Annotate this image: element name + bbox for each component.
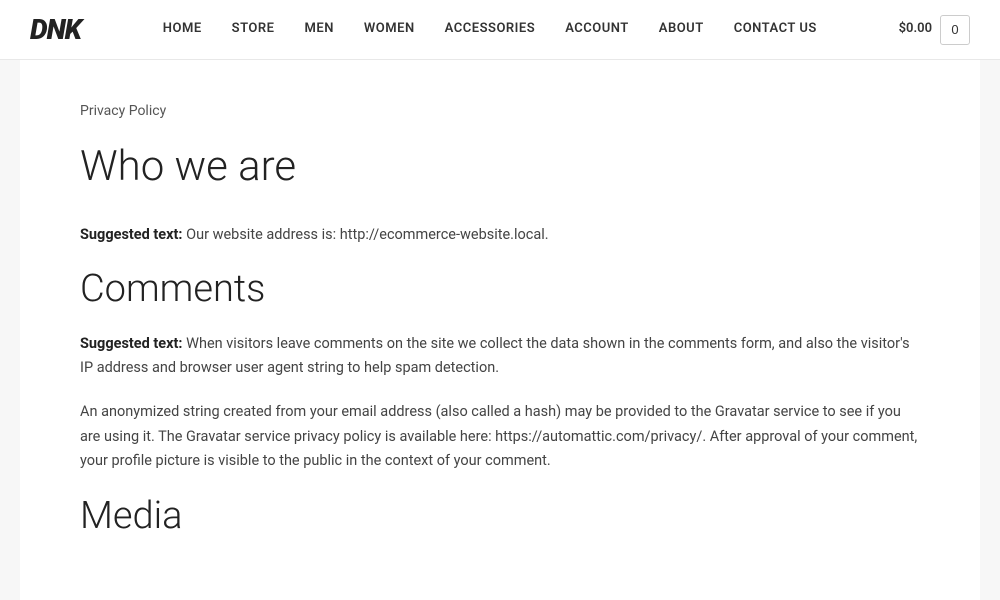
nav-accessories[interactable]: ACCESSORIES [445, 19, 536, 40]
nav-account[interactable]: ACCOUNT [565, 19, 629, 40]
suggested-label-2: Suggested text: [80, 335, 183, 352]
cart-area: $0.00 0 [899, 15, 970, 45]
cart-price: $0.00 [899, 19, 932, 40]
cart-count: 0 [951, 22, 958, 37]
main-content: Privacy Policy Who we are Suggested text… [20, 60, 980, 600]
nav-store[interactable]: STORE [232, 19, 275, 40]
suggested-label-1: Suggested text: [80, 226, 183, 243]
main-nav: HOME STORE MEN WOMEN ACCESSORIES ACCOUNT… [81, 19, 899, 40]
nav-home[interactable]: HOME [163, 19, 202, 40]
logo-text: DNK [30, 16, 81, 44]
page-subtitle: Privacy Policy [80, 100, 920, 122]
logo[interactable]: DNK [30, 16, 81, 44]
comments-body: An anonymized string created from your e… [80, 400, 920, 474]
nav-about[interactable]: ABOUT [659, 19, 704, 40]
site-header: DNK HOME STORE MEN WOMEN ACCESSORIES ACC… [0, 0, 1000, 60]
suggested-text-1: Our website address is: http://ecommerce… [183, 226, 549, 243]
nav-men[interactable]: MEN [304, 19, 333, 40]
nav-women[interactable]: WOMEN [364, 19, 415, 40]
comments-heading: Comments [80, 267, 920, 313]
media-heading: Media [80, 494, 920, 540]
who-we-are-heading: Who we are [80, 142, 920, 192]
suggested-text-2: When visitors leave comments on the site… [80, 335, 910, 376]
who-we-are-suggested: Suggested text: Our website address is: … [80, 223, 920, 247]
cart-button[interactable]: 0 [940, 15, 970, 45]
nav-contact-us[interactable]: CONTACT US [734, 19, 817, 40]
comments-suggested: Suggested text: When visitors leave comm… [80, 332, 920, 380]
